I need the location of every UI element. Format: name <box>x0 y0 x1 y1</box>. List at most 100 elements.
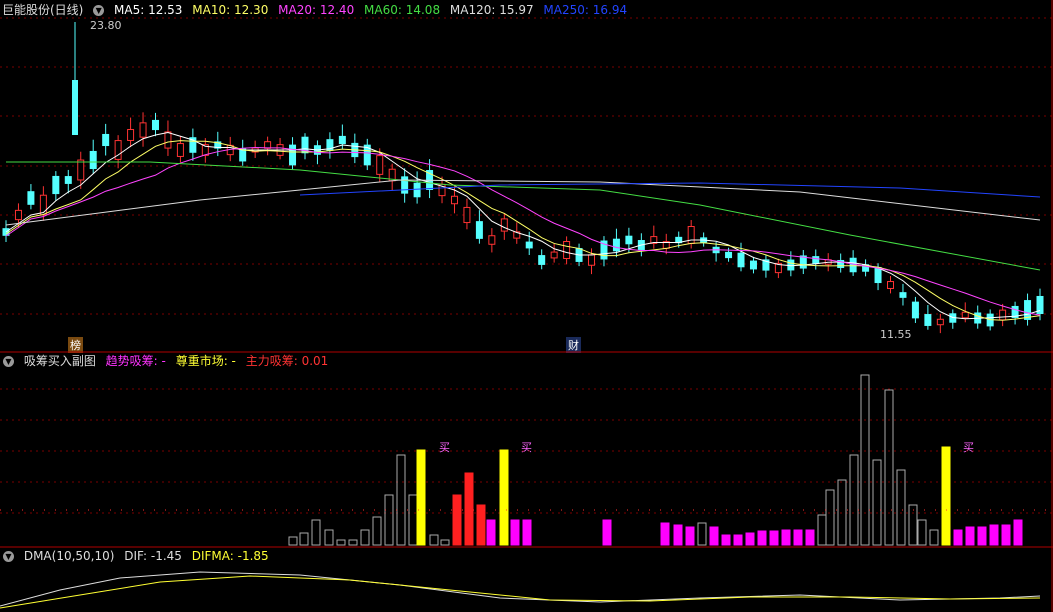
indicator-bar <box>825 489 835 546</box>
dif-line <box>0 571 1041 607</box>
candle-body <box>687 226 695 244</box>
indicator-bar <box>817 514 827 546</box>
indicator-bar <box>288 536 298 546</box>
indicator-bar <box>1013 519 1023 546</box>
indicator-bar <box>311 519 321 546</box>
candle-body <box>463 206 471 224</box>
candle-body <box>338 135 346 145</box>
indicator-bar <box>486 519 496 546</box>
indicator-bar <box>522 519 532 546</box>
indicator-bar <box>510 519 520 546</box>
candle-body <box>89 150 97 170</box>
indicator-bar <box>464 472 474 546</box>
indicator-bar <box>408 494 418 546</box>
candle-body <box>127 129 135 141</box>
ma60-line <box>6 161 1041 271</box>
indicator-bar <box>416 449 426 546</box>
indicator-bar <box>941 446 951 546</box>
candle-body <box>849 257 857 273</box>
indicator-bar <box>977 526 987 546</box>
candle-body <box>936 318 944 326</box>
candle-body <box>538 255 546 265</box>
candle-body <box>488 235 496 245</box>
indicator-bar <box>348 539 358 546</box>
indicator-bar <box>849 454 859 546</box>
candle-body <box>401 176 409 194</box>
indicator-bar <box>396 454 406 546</box>
candle-body <box>72 80 78 135</box>
indicator-bar <box>745 532 755 546</box>
indicator-bar <box>440 539 450 546</box>
candle-body <box>787 259 795 271</box>
ma120-line <box>5 179 1041 226</box>
candle-body <box>899 292 907 298</box>
candle-body <box>924 314 932 326</box>
indicator-bar <box>673 524 683 546</box>
ma20-line <box>5 146 1041 316</box>
indicator-bar <box>917 519 927 546</box>
ma10-line <box>5 140 1041 321</box>
candle-body <box>550 251 558 259</box>
candle-body <box>588 254 596 266</box>
candle-body <box>64 176 72 184</box>
candle-body <box>612 238 620 252</box>
candle-body <box>14 209 22 221</box>
candle-body <box>961 311 969 319</box>
candle-body <box>500 218 508 232</box>
candle-body <box>911 301 919 319</box>
candle-body <box>413 182 421 198</box>
indicator-bar <box>1001 524 1011 546</box>
indicator-bar <box>721 534 731 546</box>
indicator-bar <box>476 504 486 546</box>
candle-body <box>525 241 533 249</box>
indicator-bar <box>965 526 975 546</box>
indicator-bar <box>499 449 509 546</box>
candle-body <box>725 251 733 259</box>
candle-body <box>289 144 297 166</box>
indicator-bar <box>953 529 963 546</box>
candle-body <box>52 175 60 195</box>
indicator-bar <box>685 526 695 546</box>
candle-body <box>887 281 895 289</box>
indicator-bar <box>602 519 612 546</box>
indicator-bar <box>896 469 906 546</box>
candle-body <box>874 266 882 284</box>
indicator-bar <box>452 494 462 546</box>
candle-body <box>102 133 110 147</box>
candle-body <box>625 235 633 245</box>
candle-body <box>139 122 147 138</box>
indicator-bar <box>757 530 767 546</box>
candle-body <box>27 191 35 205</box>
candle-body <box>151 119 159 131</box>
indicator-bar <box>884 389 894 546</box>
indicator-bar <box>860 374 870 546</box>
indicator-bar <box>384 494 394 546</box>
indicator-bar <box>989 524 999 546</box>
indicator-bar <box>872 459 882 546</box>
candle-body <box>475 221 483 239</box>
candle-body <box>450 195 458 205</box>
indicator-bar <box>336 539 346 546</box>
indicator-bar <box>360 529 370 546</box>
candle-body <box>77 159 85 181</box>
candle-body <box>737 252 745 268</box>
candle-body <box>999 309 1007 321</box>
indicator-bar <box>429 534 439 546</box>
candle-body <box>164 131 172 149</box>
indicator-bar <box>769 530 779 546</box>
indicator-bar <box>793 529 803 546</box>
indicator-bar <box>324 529 334 546</box>
indicator-bar <box>709 526 719 546</box>
indicator-bar <box>805 529 815 546</box>
candle-body <box>176 143 184 157</box>
indicator-bar <box>908 504 918 546</box>
indicator-bar <box>299 532 309 546</box>
chart-canvas <box>0 0 1053 612</box>
candle-body <box>563 241 571 259</box>
candle-body <box>812 256 820 264</box>
difma-line <box>0 575 1041 609</box>
indicator-bar <box>733 534 743 546</box>
indicator-bar <box>660 522 670 546</box>
candle-body <box>749 260 757 270</box>
candle-body <box>1024 300 1032 320</box>
